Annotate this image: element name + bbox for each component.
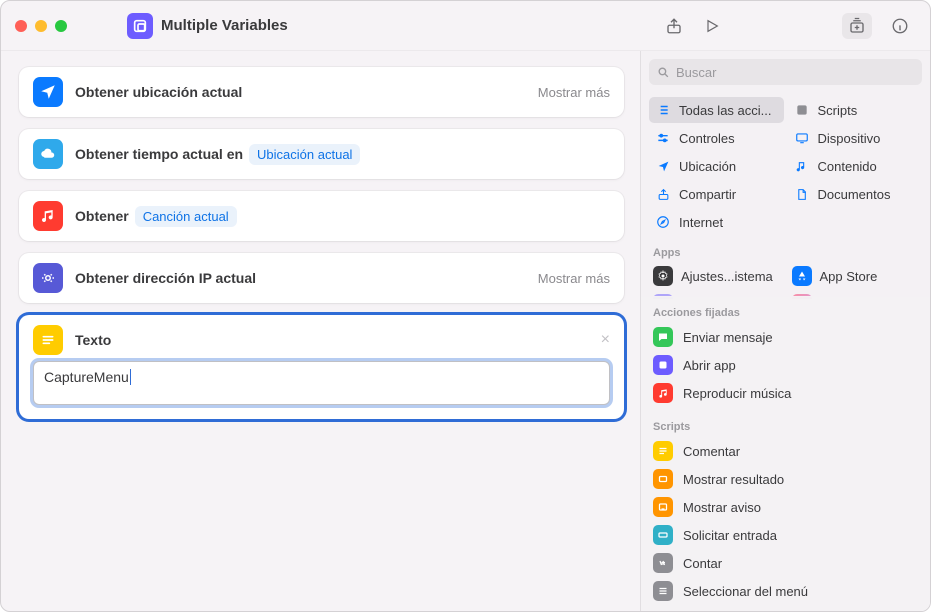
- workflow-editor: Obtener ubicación actual Mostrar más Obt…: [1, 51, 640, 611]
- category-content[interactable]: Contenido: [788, 153, 923, 179]
- action-library-sidebar: Buscar Todas las acci... Scripts Control…: [640, 51, 930, 611]
- category-location[interactable]: Ubicación: [649, 153, 784, 179]
- share-small-icon: [655, 186, 671, 202]
- play-icon: [704, 18, 720, 34]
- safari-icon: [655, 214, 671, 230]
- action-label: Obtener tiempo actual en: [75, 146, 243, 162]
- category-grid: Todas las acci... Scripts Controles Disp…: [641, 93, 930, 239]
- message-icon: [653, 327, 673, 347]
- ask-icon: [653, 525, 673, 545]
- search-placeholder: Buscar: [676, 65, 716, 80]
- action-label: Texto: [75, 332, 111, 348]
- gear-icon: [653, 266, 673, 286]
- category-internet[interactable]: Internet: [649, 209, 784, 235]
- comment-icon: [653, 441, 673, 461]
- app-app-store[interactable]: App Store: [788, 263, 923, 289]
- category-documents[interactable]: Documentos: [788, 181, 923, 207]
- script-comment[interactable]: Comentar: [647, 437, 924, 465]
- script-count[interactable]: Contar: [647, 549, 924, 577]
- search-icon: [657, 66, 670, 79]
- show-more-button[interactable]: Mostrar más: [538, 271, 610, 286]
- text-lines-icon: [33, 325, 63, 355]
- network-icon: [33, 263, 63, 293]
- pinned-section-header: Acciones fijadas: [641, 299, 930, 323]
- nav-arrow-icon: [655, 158, 671, 174]
- pinned-play-music[interactable]: Reproducir música: [647, 379, 924, 407]
- sidebar-toolbar: [842, 12, 916, 40]
- script-show-alert[interactable]: Mostrar aviso: [647, 493, 924, 521]
- controls-icon: [655, 130, 671, 146]
- category-controls[interactable]: Controles: [649, 125, 784, 151]
- action-get-current-location[interactable]: Obtener ubicación actual Mostrar más: [19, 67, 624, 117]
- actions-overlay: Acciones fijadas Enviar mensaje Abrir ap…: [641, 296, 930, 611]
- weather-icon: [33, 139, 63, 169]
- alert-icon: [653, 497, 673, 517]
- titlebar: Multiple Variables: [1, 1, 930, 51]
- script-show-result[interactable]: Mostrar resultado: [647, 465, 924, 493]
- play-music-icon: [653, 383, 673, 403]
- note-icon: [794, 158, 810, 174]
- search-input[interactable]: Buscar: [649, 59, 922, 85]
- library-button[interactable]: [842, 13, 872, 39]
- action-get-current-song[interactable]: Obtener Canción actual: [19, 191, 624, 241]
- pinned-send-message[interactable]: Enviar mensaje: [647, 323, 924, 351]
- action-label: Obtener dirección IP actual: [75, 270, 256, 286]
- pinned-actions-list: Enviar mensaje Abrir app Reproducir músi…: [641, 323, 930, 413]
- app-window: Multiple Variables Obtener: [0, 0, 931, 612]
- window-title: Multiple Variables: [161, 17, 288, 34]
- action-label: Obtener ubicación actual: [75, 84, 242, 100]
- variable-token-current-song[interactable]: Canción actual: [135, 206, 237, 227]
- run-button[interactable]: [696, 12, 728, 40]
- category-all-actions[interactable]: Todas las acci...: [649, 97, 784, 123]
- text-caret: [130, 369, 131, 385]
- library-icon: [848, 17, 866, 35]
- category-share[interactable]: Compartir: [649, 181, 784, 207]
- script-icon: [794, 102, 810, 118]
- category-scripts[interactable]: Scripts: [788, 97, 923, 123]
- script-ask-input[interactable]: Solicitar entrada: [647, 521, 924, 549]
- text-input[interactable]: CaptureMenu: [33, 361, 610, 405]
- remove-action-button[interactable]: ×: [601, 331, 610, 349]
- shortcut-app-icon: [127, 13, 153, 39]
- doc-icon: [794, 186, 810, 202]
- appstore-icon: [792, 266, 812, 286]
- location-arrow-icon: [33, 77, 63, 107]
- script-choose-menu[interactable]: Seleccionar del menú: [647, 577, 924, 605]
- music-note-icon: [33, 201, 63, 231]
- list-icon: [655, 102, 671, 118]
- zoom-window-button[interactable]: [55, 20, 67, 32]
- result-icon: [653, 469, 673, 489]
- scripts-section-header: Scripts: [641, 413, 930, 437]
- pinned-open-app[interactable]: Abrir app: [647, 351, 924, 379]
- text-input-value: CaptureMenu: [44, 369, 129, 385]
- share-icon: [665, 17, 683, 35]
- close-window-button[interactable]: [15, 20, 27, 32]
- category-device[interactable]: Dispositivo: [788, 125, 923, 151]
- share-button[interactable]: [658, 12, 690, 40]
- info-button[interactable]: [884, 12, 916, 40]
- count-icon: [653, 553, 673, 573]
- menu-icon: [653, 581, 673, 601]
- minimize-window-button[interactable]: [35, 20, 47, 32]
- device-icon: [794, 130, 810, 146]
- info-icon: [891, 17, 909, 35]
- window-controls: [15, 20, 67, 32]
- action-text[interactable]: Texto × CaptureMenu: [19, 315, 624, 419]
- action-get-current-weather[interactable]: Obtener tiempo actual en Ubicación actua…: [19, 129, 624, 179]
- variable-token-current-location[interactable]: Ubicación actual: [249, 144, 360, 165]
- apps-section-header: Apps: [641, 239, 930, 263]
- action-get-current-ip[interactable]: Obtener dirección IP actual Mostrar más: [19, 253, 624, 303]
- scripts-actions-list: Comentar Mostrar resultado Mostrar aviso…: [641, 437, 930, 611]
- app-system-settings[interactable]: Ajustes...istema: [649, 263, 784, 289]
- show-more-button[interactable]: Mostrar más: [538, 85, 610, 100]
- action-label: Obtener: [75, 208, 129, 224]
- open-app-icon: [653, 355, 673, 375]
